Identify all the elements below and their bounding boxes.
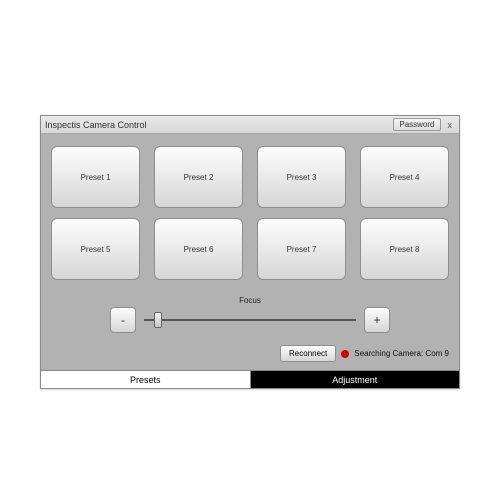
focus-plus-button[interactable]: + [364,307,390,333]
focus-section: Focus - + [51,296,449,333]
focus-slider-wrap [140,313,360,327]
preset-button-3[interactable]: Preset 3 [257,146,346,208]
titlebar: Inspectis Camera Control Password x [41,116,459,134]
tab-adjustment[interactable]: Adjustment [251,371,460,388]
reconnect-button[interactable]: Reconnect [280,345,336,362]
preset-button-5[interactable]: Preset 5 [51,218,140,280]
preset-button-6[interactable]: Preset 6 [154,218,243,280]
preset-button-8[interactable]: Preset 8 [360,218,449,280]
preset-button-2[interactable]: Preset 2 [154,146,243,208]
camera-control-window: Inspectis Camera Control Password x Pres… [40,115,460,389]
window-title: Inspectis Camera Control [45,120,393,130]
preset-button-1[interactable]: Preset 1 [51,146,140,208]
focus-minus-button[interactable]: - [110,307,136,333]
preset-button-7[interactable]: Preset 7 [257,218,346,280]
content-area: Preset 1 Preset 2 Preset 3 Preset 4 Pres… [41,134,459,370]
password-button[interactable]: Password [393,118,440,131]
tab-presets[interactable]: Presets [41,371,251,388]
focus-controls: - + [51,307,449,333]
tab-bar: Presets Adjustment [41,370,459,388]
status-text: Searching Camera: Com 9 [354,349,449,358]
status-indicator-icon [341,350,349,358]
focus-slider[interactable] [144,313,356,327]
preset-button-4[interactable]: Preset 4 [360,146,449,208]
focus-label: Focus [51,296,449,305]
status-row: Reconnect Searching Camera: Com 9 [51,345,449,362]
preset-grid: Preset 1 Preset 2 Preset 3 Preset 4 Pres… [51,146,449,280]
close-icon[interactable]: x [445,120,456,130]
